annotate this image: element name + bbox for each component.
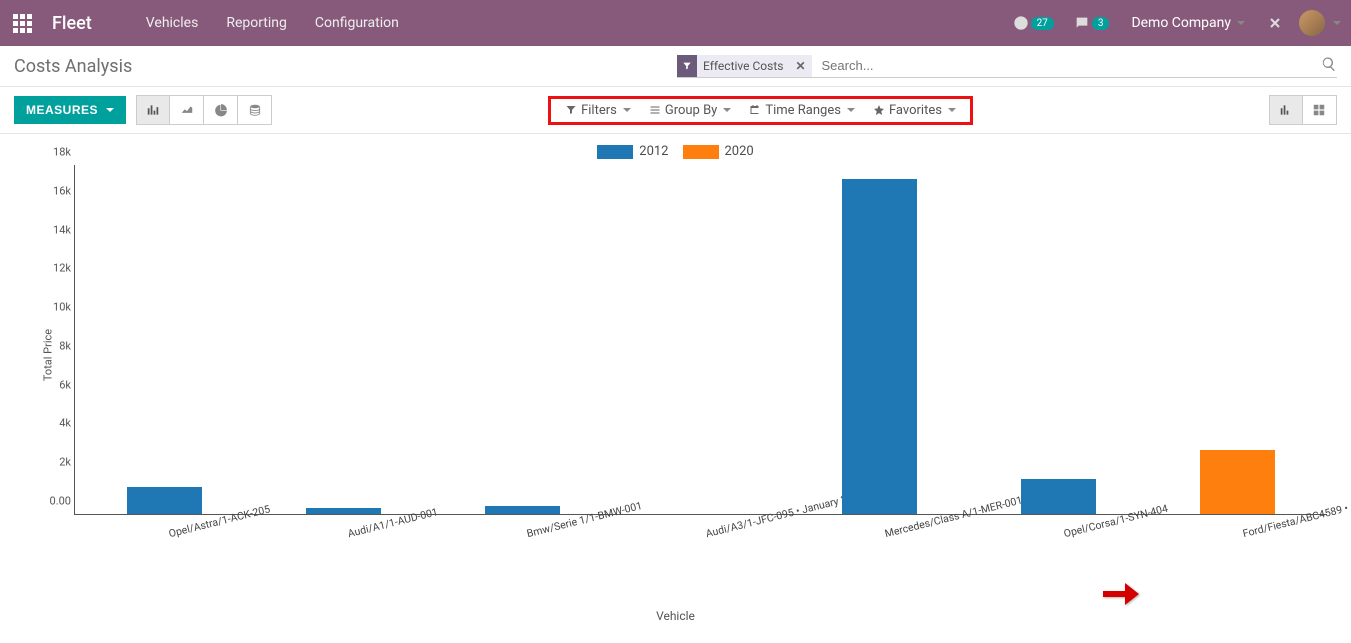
measures-button[interactable]: MEASURES bbox=[14, 96, 126, 124]
chat-count: 3 bbox=[1092, 17, 1110, 30]
y-tick: 18k bbox=[37, 146, 71, 159]
bar-chart-icon bbox=[146, 103, 160, 117]
bar[interactable] bbox=[842, 179, 917, 514]
search-icon[interactable] bbox=[1321, 56, 1337, 76]
search-area: Effective Costs ✕ bbox=[677, 54, 1337, 78]
list-icon bbox=[649, 104, 661, 116]
pivot-view-button[interactable] bbox=[1303, 95, 1337, 125]
category: Audi/A1/1-AUD-001 bbox=[254, 165, 433, 514]
filters-dropdown[interactable]: Filters bbox=[565, 103, 631, 118]
search-facet: Effective Costs ✕ bbox=[677, 55, 812, 77]
favorites-dropdown[interactable]: Favorites bbox=[873, 103, 956, 118]
legend-item[interactable]: 2012 bbox=[597, 144, 668, 159]
y-tick: 10k bbox=[37, 301, 71, 314]
y-tick: 14k bbox=[37, 223, 71, 236]
facet-remove[interactable]: ✕ bbox=[789, 59, 811, 73]
chevron-down-icon bbox=[723, 108, 731, 112]
search-input[interactable] bbox=[818, 54, 1313, 77]
line-chart-button[interactable] bbox=[170, 95, 204, 125]
subheader: Costs Analysis Effective Costs ✕ bbox=[0, 46, 1351, 87]
nav-reporting[interactable]: Reporting bbox=[226, 15, 287, 31]
topbar: Fleet Vehicles Reporting Configuration 2… bbox=[0, 0, 1351, 46]
y-tick: 8k bbox=[37, 339, 71, 352]
chevron-down-icon bbox=[106, 108, 114, 112]
stack-icon bbox=[248, 103, 262, 117]
category: Ford/Fiesta/ABC4589 • June 2020 bbox=[1148, 165, 1327, 514]
bar-chart-button[interactable] bbox=[136, 95, 170, 125]
bar[interactable] bbox=[1200, 450, 1275, 514]
brand[interactable]: Fleet bbox=[52, 13, 92, 34]
toolbar: MEASURES Filters Group By Time Range bbox=[0, 87, 1351, 134]
user-menu-caret[interactable] bbox=[1333, 21, 1341, 25]
filter-icon bbox=[565, 104, 577, 116]
grid-icon bbox=[1312, 103, 1326, 117]
activity-button[interactable]: 27 bbox=[1013, 15, 1054, 31]
page-title: Costs Analysis bbox=[14, 56, 132, 77]
graph-view-button[interactable] bbox=[1269, 95, 1303, 125]
category: Mercedes/Class A/1-MER-001 bbox=[790, 165, 969, 514]
category: Audi/A3/1-JFC-095 • January 2020 bbox=[612, 165, 791, 514]
view-switcher bbox=[1269, 95, 1337, 125]
activity-count: 27 bbox=[1031, 17, 1054, 30]
y-tick: 16k bbox=[37, 184, 71, 197]
company-switcher[interactable]: Demo Company bbox=[1131, 15, 1245, 31]
nav-vehicles[interactable]: Vehicles bbox=[146, 15, 199, 31]
line-chart-icon bbox=[180, 103, 194, 117]
stack-chart-button[interactable] bbox=[238, 95, 272, 125]
plot-area: Opel/Astra/1-ACK-205Audi/A1/1-AUD-001Bmw… bbox=[74, 165, 1327, 515]
company-name: Demo Company bbox=[1131, 15, 1231, 31]
y-tick: 6k bbox=[37, 378, 71, 391]
chart-container: 2012 2020 Total Price Opel/Astra/1-ACK-20… bbox=[0, 134, 1351, 643]
pie-chart-button[interactable] bbox=[204, 95, 238, 125]
clock-icon bbox=[1013, 15, 1029, 31]
y-tick: 0.00 bbox=[37, 495, 71, 508]
bar-chart-icon bbox=[1279, 103, 1293, 117]
x-axis-label: Vehicle bbox=[14, 609, 1337, 623]
chart-legend: 2012 2020 bbox=[14, 144, 1337, 159]
groupby-dropdown[interactable]: Group By bbox=[649, 103, 732, 118]
close-icon[interactable] bbox=[1267, 15, 1283, 31]
y-axis-label: Total Price bbox=[42, 329, 55, 381]
chevron-down-icon bbox=[1237, 21, 1245, 25]
calendar-icon bbox=[749, 104, 761, 116]
nav-configuration[interactable]: Configuration bbox=[315, 15, 399, 31]
bars: Opel/Astra/1-ACK-205Audi/A1/1-AUD-001Bmw… bbox=[75, 165, 1327, 514]
chart: Total Price Opel/Astra/1-ACK-205Audi/A1/… bbox=[64, 165, 1327, 545]
category: Bmw/Serie 1/1-BMW-001 bbox=[433, 165, 612, 514]
chevron-down-icon bbox=[948, 108, 956, 112]
facet-label: Effective Costs bbox=[697, 59, 789, 73]
legend-item[interactable]: 2020 bbox=[683, 144, 754, 159]
chevron-down-icon bbox=[847, 108, 855, 112]
chat-icon bbox=[1074, 15, 1090, 31]
category: Opel/Astra/1-ACK-205 bbox=[75, 165, 254, 514]
y-tick: 2k bbox=[37, 456, 71, 469]
filter-icon bbox=[677, 55, 697, 77]
timeranges-dropdown[interactable]: Time Ranges bbox=[749, 103, 855, 118]
pie-chart-icon bbox=[214, 103, 228, 117]
control-panel-highlight: Filters Group By Time Ranges Favorites bbox=[548, 96, 973, 125]
chart-type-group bbox=[136, 95, 272, 125]
chevron-down-icon bbox=[623, 108, 631, 112]
y-tick: 12k bbox=[37, 262, 71, 275]
category: Opel/Corsa/1-SYN-404 bbox=[969, 165, 1148, 514]
annotation-arrow bbox=[1101, 581, 1141, 611]
y-tick: 4k bbox=[37, 417, 71, 430]
avatar[interactable] bbox=[1299, 10, 1325, 36]
star-icon bbox=[873, 104, 885, 116]
discuss-button[interactable]: 3 bbox=[1074, 15, 1110, 31]
apps-icon[interactable] bbox=[10, 11, 34, 35]
